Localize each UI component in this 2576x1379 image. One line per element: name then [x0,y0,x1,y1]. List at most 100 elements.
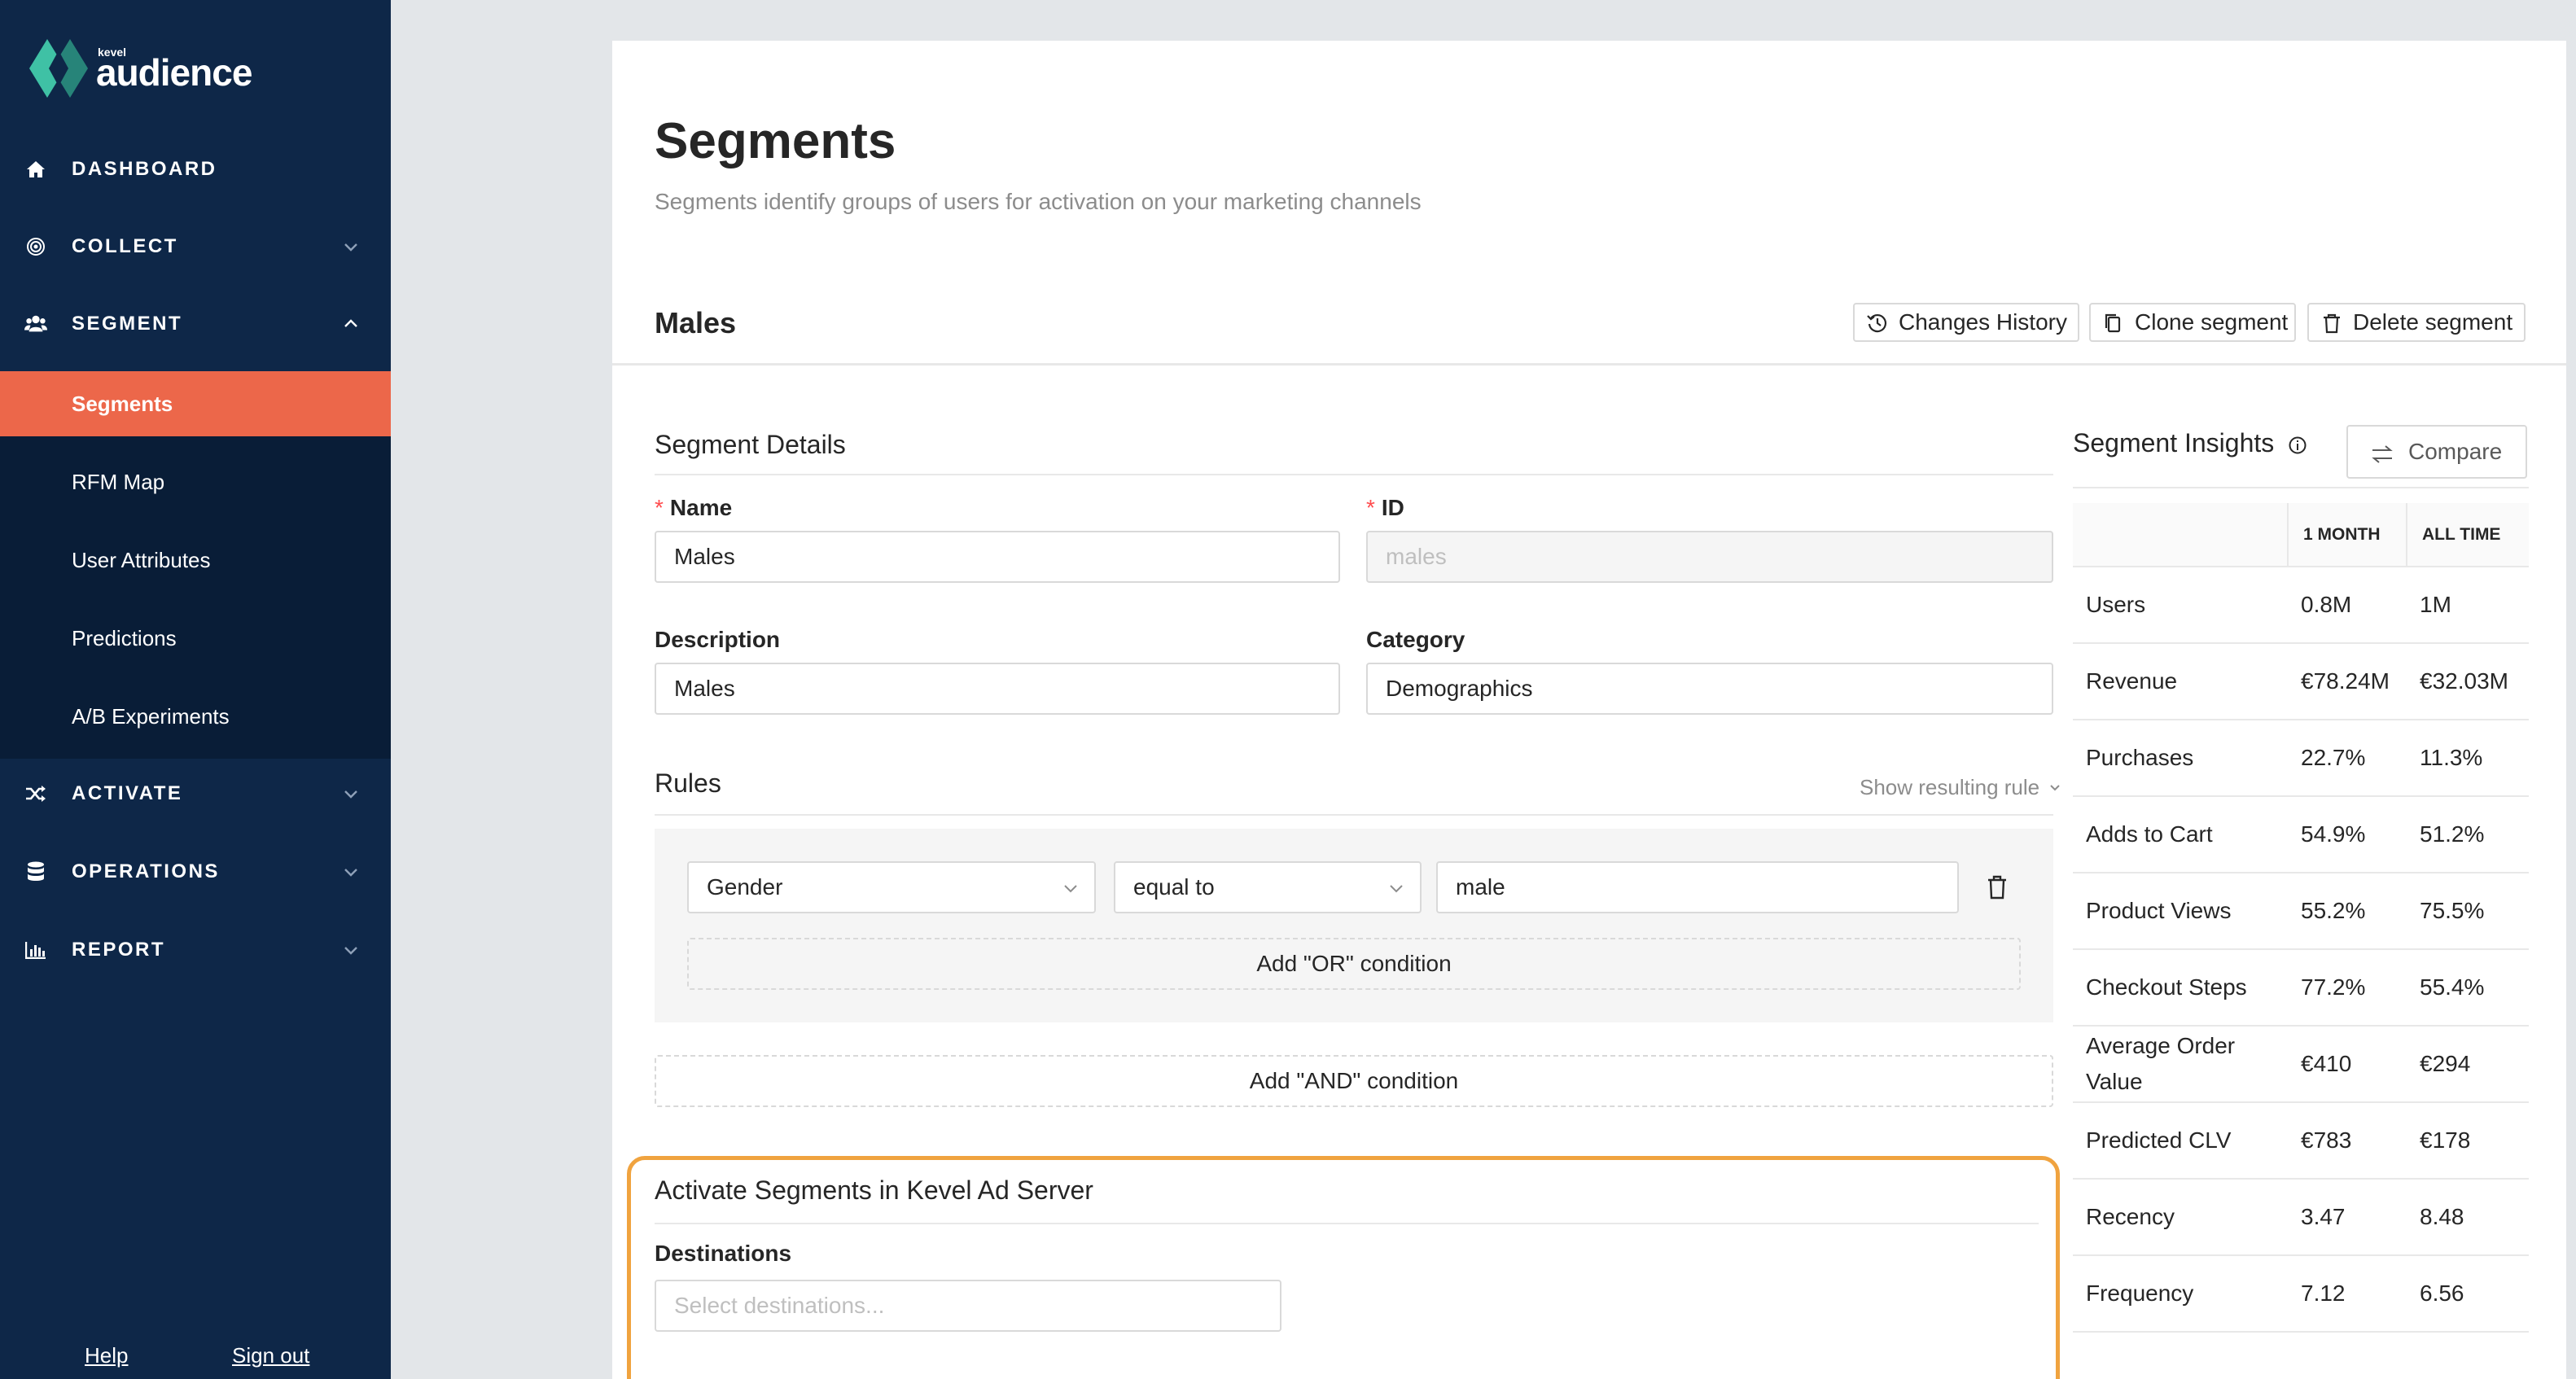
insights-alltime-value: 55.4% [2407,949,2529,1027]
insights-alltime-value: €178 [2407,1102,2529,1180]
nav-report-label: REPORT [72,939,166,961]
clone-segment-label: Clone segment [2135,309,2289,335]
description-input[interactable]: Males [655,663,1340,715]
nav-dashboard[interactable]: DASHBOARD [0,137,391,202]
help-link[interactable]: Help [85,1343,128,1368]
subnav-user-attributes[interactable]: User Attributes [0,528,391,593]
sign-out-link[interactable]: Sign out [232,1343,309,1368]
insights-month-value: €410 [2288,1026,2407,1103]
nav-segment[interactable]: SEGMENT [0,291,391,357]
subnav-segments-label: Segments [72,391,173,416]
swap-icon [2372,445,2393,463]
insights-metric-header [2073,503,2288,567]
rule-group: Gender equal to male Add "OR" condition [655,829,2053,1022]
changes-history-label: Changes History [1899,309,2067,335]
users-icon [24,313,47,335]
activate-divider [655,1223,2039,1224]
subnav-ab-experiments[interactable]: A/B Experiments [0,684,391,749]
insights-table: 1 MONTH ALL TIME Users 0.8M 1M Revenue €78.2… [2073,503,2529,1333]
category-input[interactable]: Demographics [1366,663,2053,715]
clone-segment-button[interactable]: Clone segment [2089,303,2296,342]
nav-operations-label: OPERATIONS [72,860,220,882]
changes-history-button[interactable]: Changes History [1853,303,2079,342]
sidebar: kevel audience DASHBOARD COLLECT SEGMENT… [0,0,391,1379]
subnav-segments[interactable]: Segments [0,371,391,436]
rule-value-input[interactable]: male [1436,861,1959,913]
insights-metric-label: Recency [2073,1179,2288,1256]
insights-metric-label: Frequency [2073,1255,2288,1333]
kevel-audience-logo[interactable]: kevel audience [29,39,274,104]
logo-mark-icon [29,39,88,98]
subnav-rfm-map-label: RFM Map [72,469,165,494]
subnav-rfm-map[interactable]: RFM Map [0,449,391,514]
rules-divider [655,814,2053,816]
rule-operator-select[interactable]: equal to [1114,861,1422,913]
subnav-user-attributes-label: User Attributes [72,547,211,572]
chevron-down-icon [1390,885,1403,893]
home-icon [24,158,47,181]
show-resulting-rule-toggle[interactable]: Show resulting rule [1860,775,2061,800]
segment-name-heading: Males [655,306,737,339]
insights-metric-label: Product Views [2073,873,2288,950]
insights-alltime-value: 51.2% [2407,796,2529,873]
table-row: Product Views 55.2% 75.5% [2073,873,2529,950]
chevron-down-icon [2050,785,2061,791]
brand-name: audience [96,51,252,94]
chevron-down-icon [344,243,357,252]
insights-alltime-value: 6.56 [2407,1255,2529,1333]
page-subtitle: Segments identify groups of users for ac… [655,189,1422,214]
history-icon [1867,313,1887,333]
nav-report[interactable]: REPORT [0,917,391,983]
add-or-condition-button[interactable]: Add "OR" condition [687,938,2021,990]
rule-attribute-select[interactable]: Gender [687,861,1096,913]
subnav-predictions-label: Predictions [72,625,177,650]
category-label: Category [1366,627,1465,652]
rule-attribute-value: Gender [707,874,783,900]
segment-submenu: Segments RFM Map User Attributes Predict… [0,371,391,759]
subnav-predictions[interactable]: Predictions [0,606,391,671]
insights-metric-label: Revenue [2073,643,2288,720]
insights-month-value: 55.2% [2288,873,2407,950]
header-divider [612,363,2566,366]
nav-activate-label: ACTIVATE [72,782,183,804]
nav-operations[interactable]: OPERATIONS [0,839,391,904]
subnav-ab-experiments-label: A/B Experiments [72,703,230,729]
chevron-down-icon [344,947,357,955]
table-row: Predicted CLV €783 €178 [2073,1102,2529,1180]
insights-alltime-header: ALL TIME [2406,503,2529,567]
details-divider [655,474,2053,475]
compare-button[interactable]: Compare [2346,425,2527,479]
add-and-condition-button[interactable]: Add "AND" condition [655,1055,2053,1107]
activate-title: Activate Segments in Kevel Ad Server [655,1175,1093,1205]
segment-details-title: Segment Details [655,430,846,459]
name-input[interactable]: Males [655,531,1340,583]
segment-card: Segments Segments identify groups of use… [612,41,2566,1379]
destinations-select[interactable]: Select destinations... [655,1280,1281,1332]
insights-month-value: 22.7% [2288,720,2407,797]
database-icon [24,860,47,883]
chevron-down-icon [344,790,357,799]
insights-month-value: €78.24M [2288,643,2407,720]
insights-alltime-value: €294 [2407,1026,2529,1103]
insights-alltime-value: 1M [2407,567,2529,644]
chevron-down-icon [1064,885,1077,893]
table-row: Recency 3.47 8.48 [2073,1179,2529,1256]
target-icon [24,235,47,258]
nav-activate[interactable]: ACTIVATE [0,761,391,826]
trash-icon[interactable] [1985,874,2009,900]
insights-alltime-value: 8.48 [2407,1179,2529,1256]
page-title: Segments [655,113,896,169]
insights-month-value: €783 [2288,1102,2407,1180]
shuffle-icon [24,782,47,805]
insights-metric-label: Checkout Steps [2073,949,2288,1027]
insights-alltime-value: €32.03M [2407,643,2529,720]
info-icon[interactable] [2288,436,2307,455]
trash-icon [2324,313,2340,334]
id-label: * ID [1366,495,1404,520]
nav-collect[interactable]: COLLECT [0,214,391,279]
name-label: * Name [655,495,733,520]
nav-segment-label: SEGMENT [72,313,183,335]
delete-segment-button[interactable]: Delete segment [2307,303,2526,342]
insights-alltime-value: 11.3% [2407,720,2529,797]
table-row: Users 0.8M 1M [2073,567,2529,644]
